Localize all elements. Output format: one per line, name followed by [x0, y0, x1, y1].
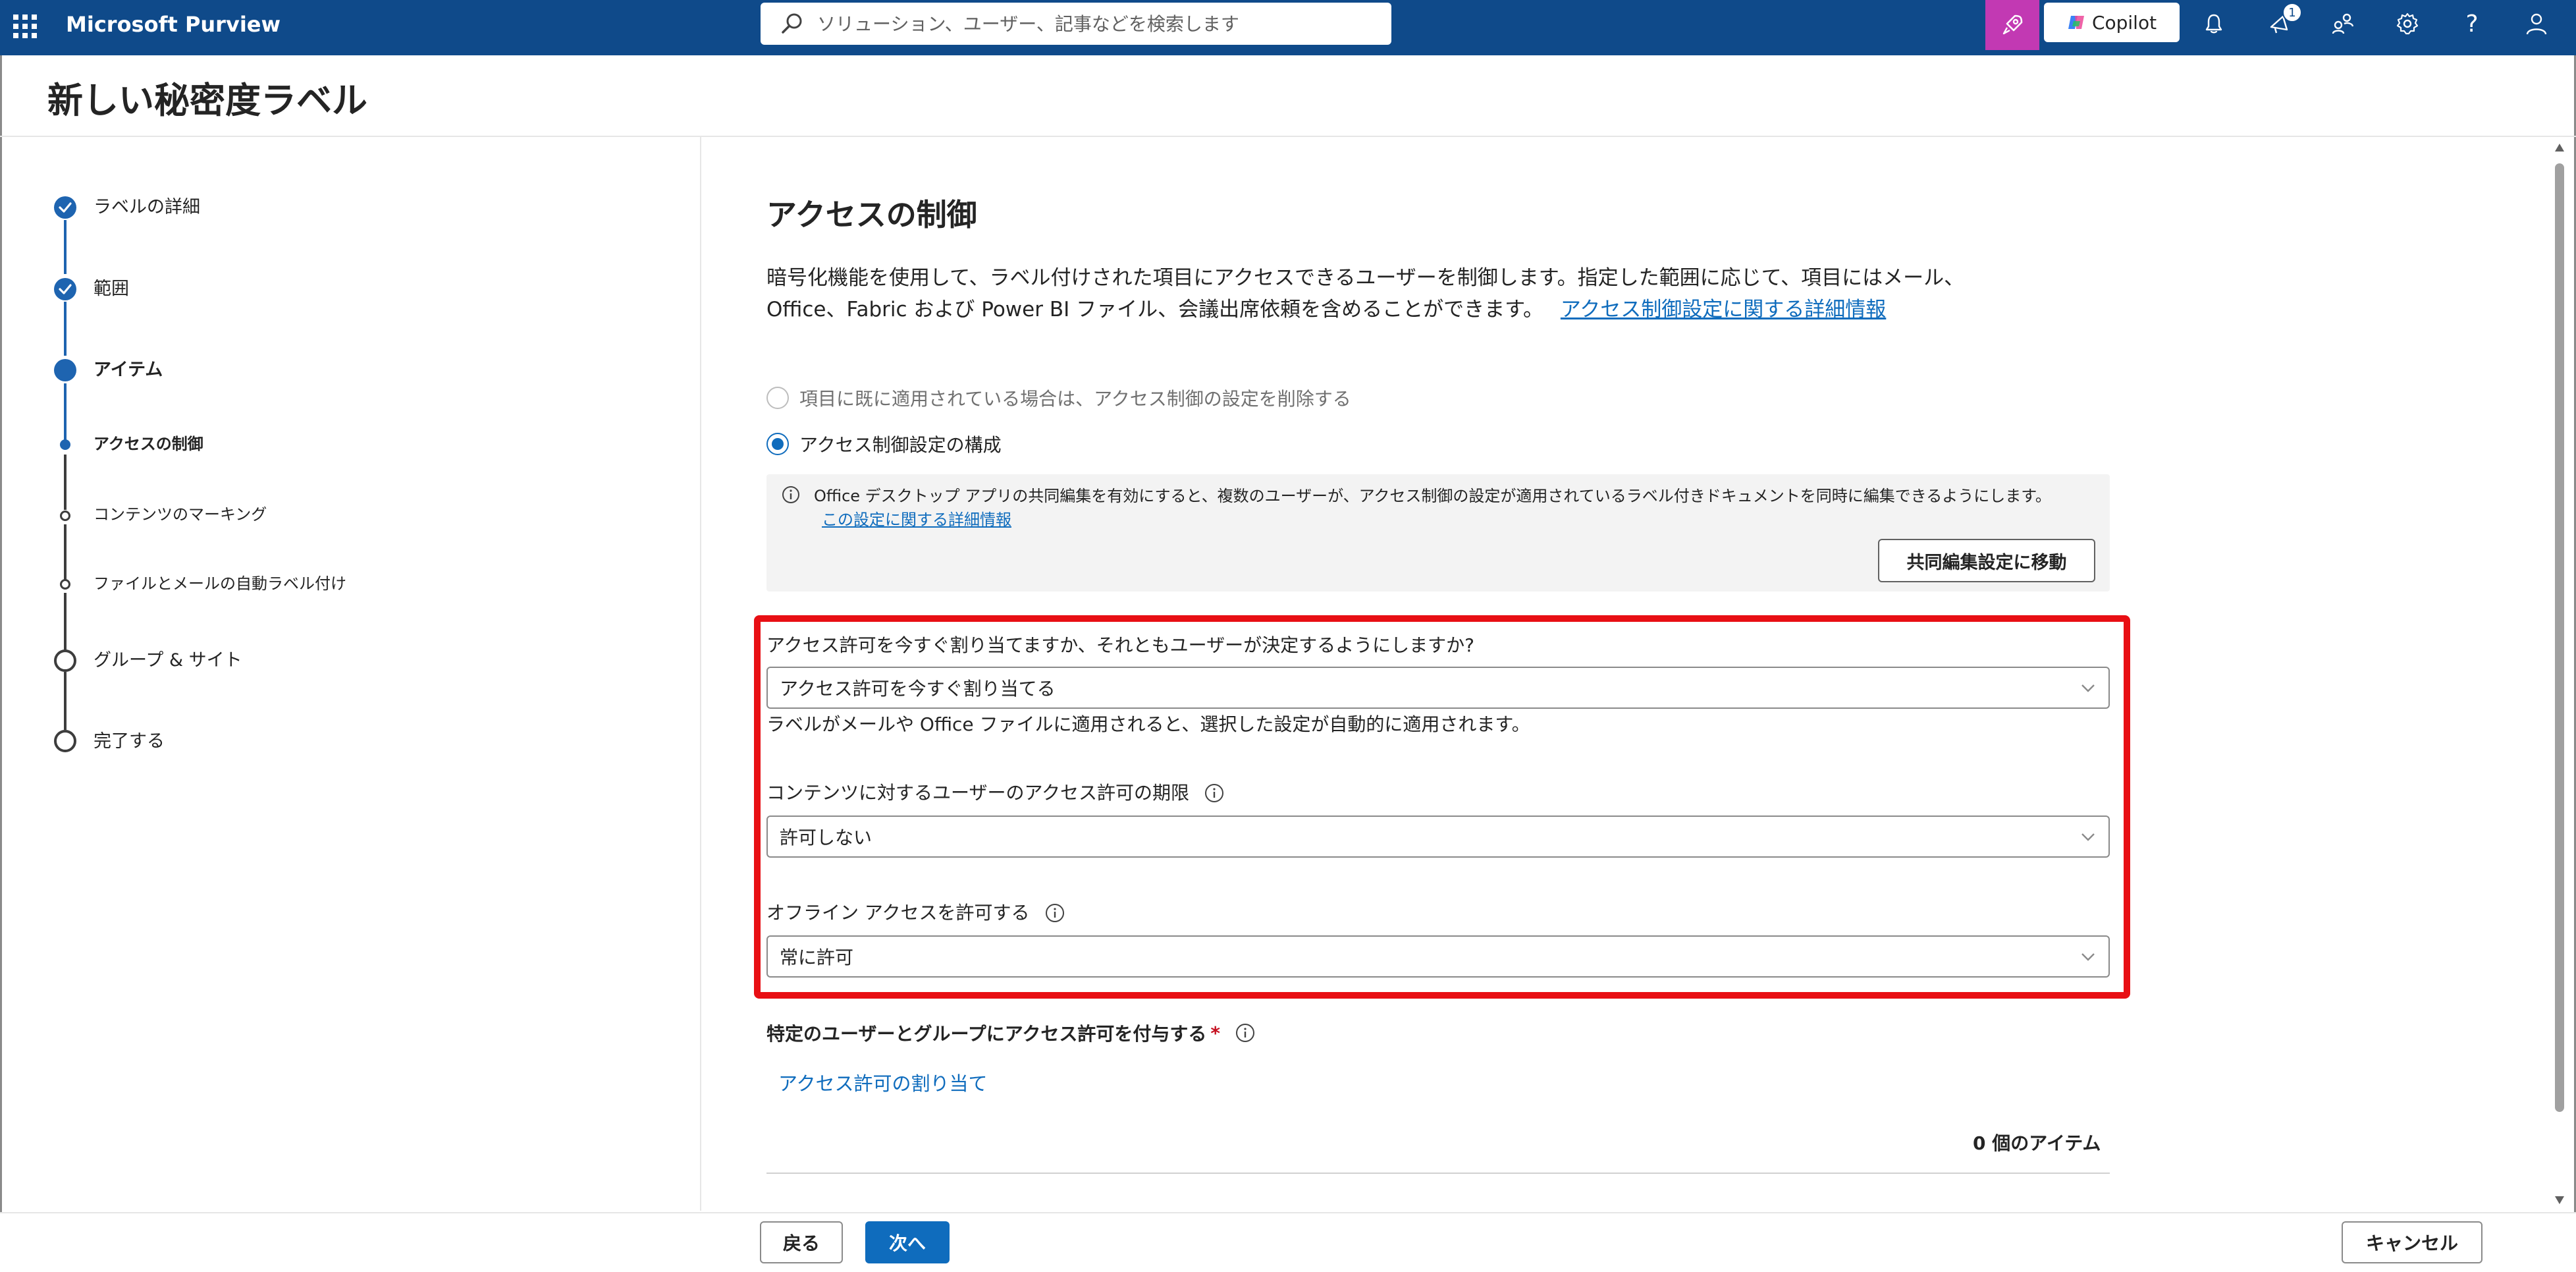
step-connector	[64, 524, 67, 580]
offline-access-dropdown[interactable]: 常に許可	[766, 935, 2110, 978]
list-divider	[766, 1173, 2110, 1174]
vertical-scrollbar[interactable]	[2552, 140, 2567, 1211]
scroll-thumb[interactable]	[2555, 163, 2564, 1112]
question-mark-icon: ?	[2465, 10, 2479, 38]
step-connector	[64, 302, 67, 356]
radio-remove-settings[interactable]: 項目に既に適用されている場合は、アクセス制御の設定を削除する	[766, 385, 1351, 411]
info-learn-more-link[interactable]: この設定に関する詳細情報	[822, 509, 1011, 531]
rocket-icon	[2002, 14, 2023, 35]
step-connector	[64, 593, 67, 651]
user-icon	[2526, 13, 2547, 35]
assign-question-label: アクセス許可を今すぐ割り当てますか、それともユーザーが決定するようにしますか?	[766, 634, 1474, 657]
item-count: 0 個のアイテム	[1973, 1132, 2101, 1154]
step-current-dot-icon	[54, 359, 76, 381]
required-marker: *	[1210, 1022, 1221, 1044]
substep-label-content-marking: コンテンツのマーキング	[94, 505, 267, 524]
page-title: 新しい秘密度ラベル	[47, 80, 367, 121]
app-launcher-icon[interactable]	[12, 13, 37, 38]
back-button[interactable]: 戻る	[760, 1221, 843, 1263]
radio-configure-label: アクセス制御設定の構成	[799, 434, 1002, 456]
info-icon[interactable]	[1235, 1022, 1256, 1043]
account-button[interactable]	[2518, 5, 2555, 42]
offline-access-value: 常に許可	[780, 947, 854, 968]
search-box[interactable]	[761, 3, 1391, 45]
section-description: 暗号化機能を使用して、ラベル付けされた項目にアクセスできるユーザーを制御します。…	[766, 262, 2103, 325]
step-connector	[64, 672, 67, 730]
pin-button[interactable]	[1985, 0, 2039, 50]
info-icon[interactable]	[1204, 783, 1225, 804]
gear-icon	[2396, 13, 2419, 35]
expiry-value: 許可しない	[780, 827, 872, 848]
step-label-items[interactable]: アイテム	[94, 358, 163, 382]
title-divider	[0, 136, 2576, 137]
description-line-2: Office、Fabric および Power BI ファイル、会議出席依頼を含…	[766, 298, 1543, 321]
radio-button[interactable]	[766, 387, 789, 409]
help-button[interactable]: ?	[2454, 5, 2490, 42]
offline-access-label: オフライン アクセスを許可する	[766, 901, 1065, 925]
bell-icon	[2205, 14, 2222, 34]
offline-access-label-text: オフライン アクセスを許可する	[766, 902, 1030, 924]
panel-divider	[700, 137, 701, 1211]
assign-permissions-value: アクセス許可を今すぐ割り当てる	[780, 678, 1056, 700]
settings-button[interactable]	[2389, 5, 2426, 42]
substep-pending-dot-icon	[60, 579, 70, 590]
whats-new-button[interactable]: 1	[2260, 3, 2302, 42]
search-icon	[782, 13, 802, 34]
grant-permissions-label: 特定のユーザーとグループにアクセス許可を付与する *	[766, 1020, 1256, 1046]
expiry-label: コンテンツに対するユーザーのアクセス許可の期限	[766, 781, 1225, 805]
radio-button[interactable]	[766, 433, 789, 455]
top-nav-bar: Microsoft Purview Copilot	[0, 0, 2576, 55]
step-label-groups-sites: グループ & サイト	[94, 650, 242, 671]
step-complete-check-icon	[54, 196, 76, 219]
copilot-button[interactable]: Copilot	[2044, 3, 2180, 42]
step-connector	[64, 383, 67, 441]
next-button[interactable]: 次へ	[865, 1221, 950, 1263]
step-pending-circle-icon	[54, 650, 76, 672]
substep-label-auto-labeling: ファイルとメールの自動ラベル付け	[94, 574, 346, 593]
assign-permissions-dropdown[interactable]: アクセス許可を今すぐ割り当てる	[766, 667, 2110, 709]
coauthoring-settings-button[interactable]: 共同編集設定に移動	[1878, 539, 2095, 582]
people-icon	[2332, 13, 2354, 34]
substep-current-dot-icon	[60, 439, 70, 450]
copilot-label: Copilot	[2091, 11, 2157, 34]
scroll-down-arrow-icon[interactable]	[2555, 1196, 2564, 1204]
section-title: アクセスの制御	[766, 197, 977, 233]
scroll-up-arrow-icon[interactable]	[2555, 144, 2564, 152]
substep-label-access-control[interactable]: アクセスの制御	[94, 433, 203, 455]
step-pending-circle-icon	[54, 730, 76, 752]
step-label-scope[interactable]: 範囲	[94, 277, 129, 301]
step-label-label-details[interactable]: ラベルの詳細	[94, 196, 200, 219]
step-connector	[64, 455, 67, 510]
people-button[interactable]	[2324, 5, 2361, 42]
coauthoring-info-box: Office デスクトップ アプリの共同編集を有効にすると、複数のユーザーが、ア…	[766, 474, 2110, 592]
step-complete-check-icon	[54, 278, 76, 300]
radio-remove-label: 項目に既に適用されている場合は、アクセス制御の設定を削除する	[799, 388, 1351, 410]
chevron-down-icon	[2081, 684, 2095, 692]
notification-badge: 1	[2282, 3, 2302, 22]
wizard-footer: 戻る 次へ キャンセル	[0, 1212, 2576, 1272]
substep-pending-dot-icon	[60, 511, 70, 521]
expiry-dropdown[interactable]: 許可しない	[766, 816, 2110, 858]
brand-name[interactable]: Microsoft Purview	[66, 9, 281, 40]
description-line-1: 暗号化機能を使用して、ラベル付けされた項目にアクセスできるユーザーを制御します。…	[766, 266, 1965, 290]
chevron-down-icon	[2081, 833, 2095, 841]
radio-configure-settings[interactable]: アクセス制御設定の構成	[766, 431, 1002, 457]
copilot-icon	[2068, 16, 2084, 29]
cancel-button[interactable]: キャンセル	[2342, 1221, 2482, 1263]
info-icon	[782, 486, 799, 503]
chevron-down-icon	[2081, 953, 2095, 961]
assign-permissions-link[interactable]: アクセス許可の割り当て	[778, 1068, 988, 1096]
learn-more-link[interactable]: アクセス制御設定に関する詳細情報	[1561, 298, 1886, 321]
info-text: Office デスクトップ アプリの共同編集を有効にすると、複数のユーザーが、ア…	[814, 487, 2051, 505]
step-label-finish: 完了する	[94, 731, 165, 752]
info-icon[interactable]	[1044, 902, 1065, 924]
search-input[interactable]	[817, 13, 1357, 35]
grant-permissions-text: 特定のユーザーとグループにアクセス許可を付与する	[766, 1023, 1207, 1045]
notifications-button[interactable]	[2195, 5, 2232, 42]
assign-helper-text: ラベルがメールや Office ファイルに適用されると、選択した設定が自動的に適…	[766, 713, 1530, 735]
assign-question-text: アクセス許可を今すぐ割り当てますか、それともユーザーが決定するようにしますか?	[766, 634, 1474, 656]
step-connector	[64, 220, 67, 274]
expiry-label-text: コンテンツに対するユーザーのアクセス許可の期限	[766, 782, 1190, 804]
